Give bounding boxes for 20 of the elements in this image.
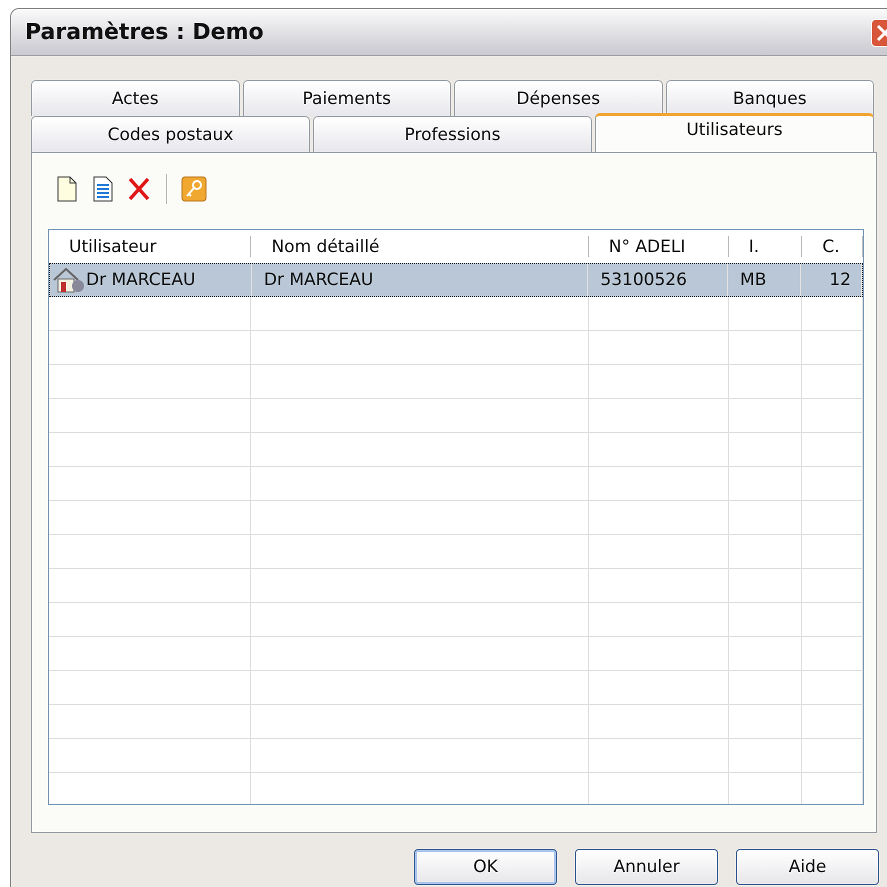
dialog-button[interactable]: Annuler (575, 849, 718, 885)
house-user-icon (52, 266, 86, 294)
table-cell: 53100526 (588, 264, 728, 296)
tab[interactable]: Utilisateurs (595, 113, 874, 152)
tab[interactable]: Professions (313, 116, 592, 152)
tab[interactable]: Paiements (242, 80, 451, 116)
table-cell: Dr MARCEAU (86, 270, 196, 290)
dialog-button[interactable]: Aide (736, 849, 879, 885)
table-row[interactable]: Dr MARCEAU Dr MARCEAU 53100526 MB 12 (49, 263, 863, 297)
tab[interactable]: Dépenses (454, 80, 662, 116)
delete-icon[interactable] (126, 175, 152, 203)
tab[interactable]: Banques (666, 80, 874, 116)
tab[interactable]: Codes postaux (31, 116, 310, 152)
window-title: Paramètres : Demo (25, 20, 264, 44)
table-cell: Dr MARCEAU (252, 264, 588, 296)
table-cell: 12 (801, 264, 862, 296)
dialog-button[interactable]: OK (414, 849, 557, 885)
table-cell: MB (728, 264, 802, 296)
key-icon[interactable] (181, 175, 207, 203)
tab[interactable]: Actes (31, 80, 240, 116)
